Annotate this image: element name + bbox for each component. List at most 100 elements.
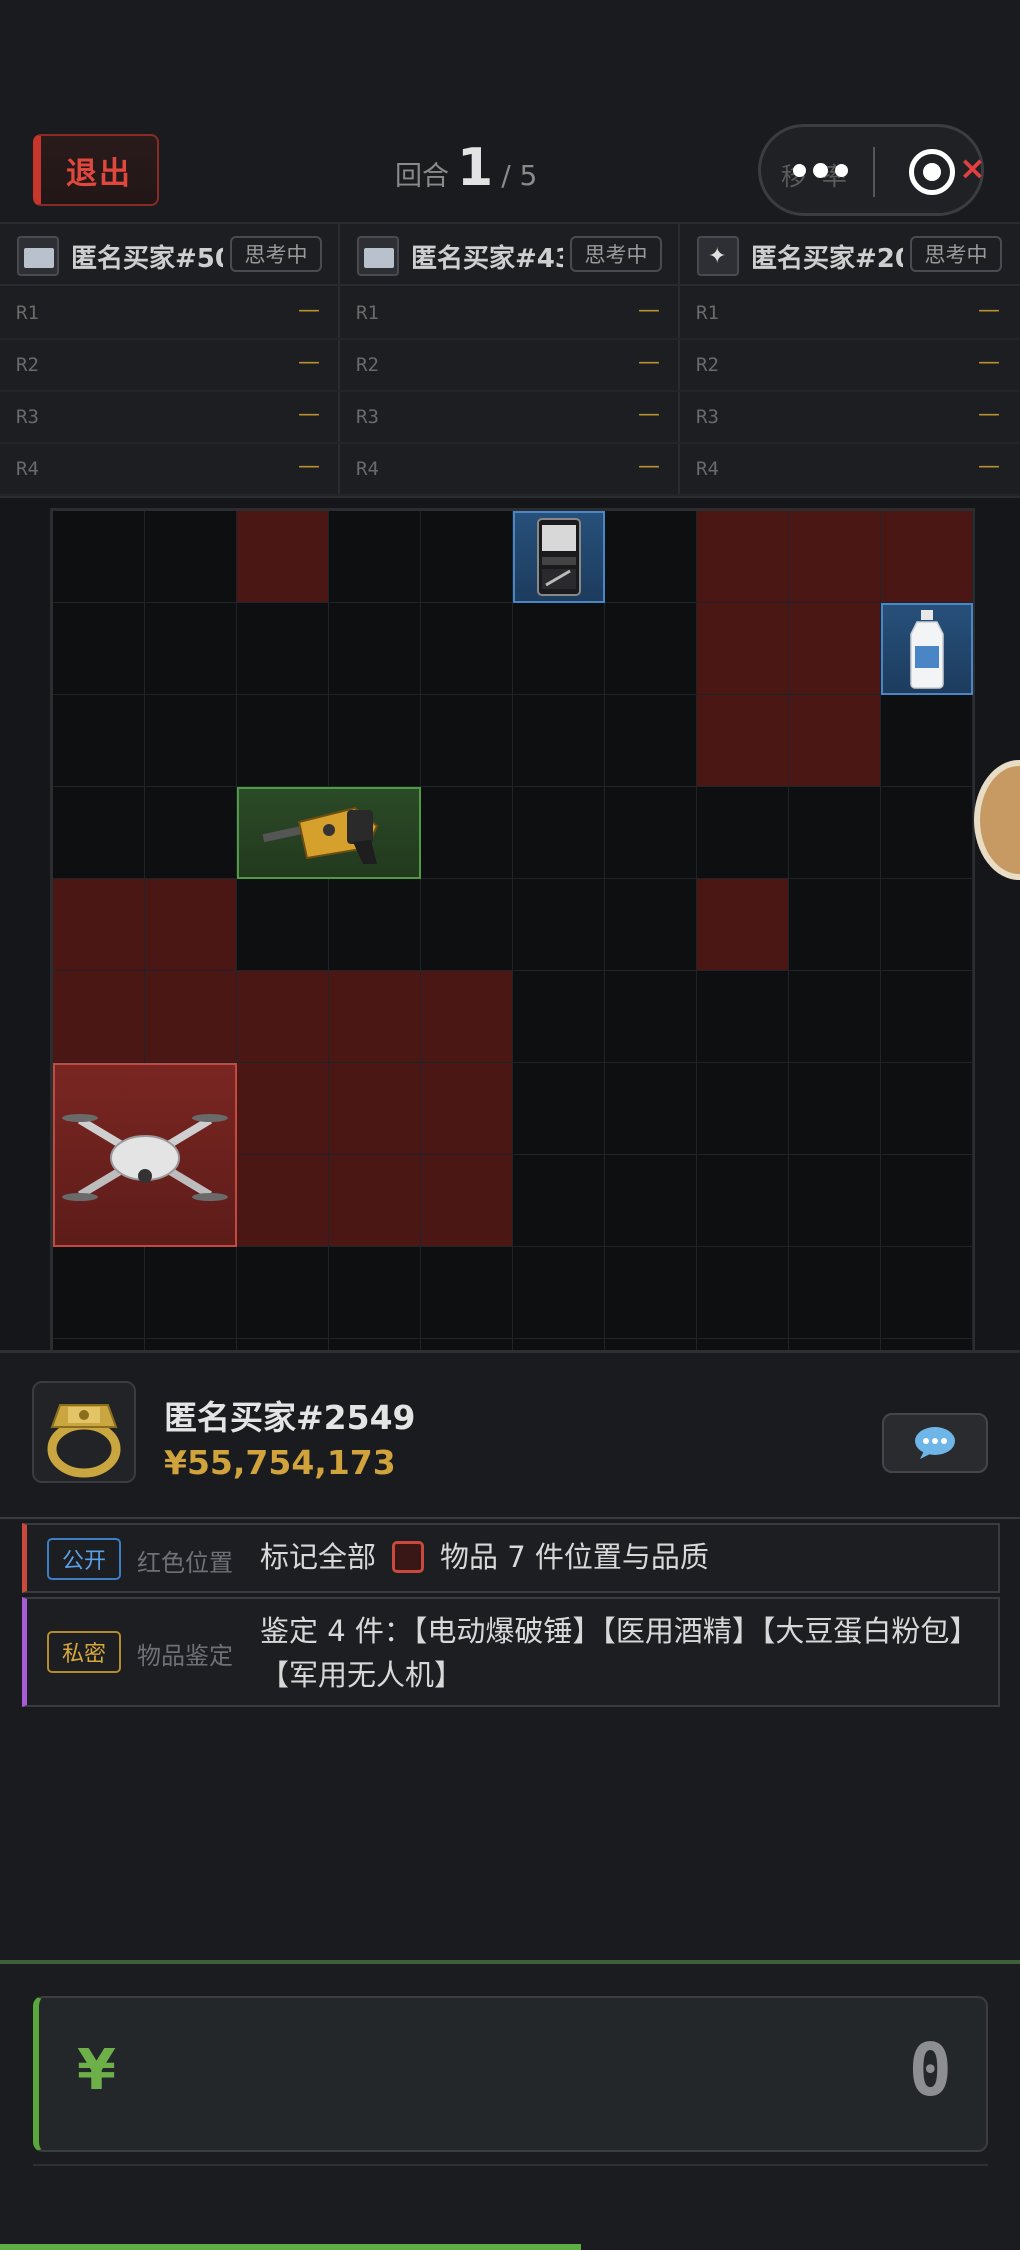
- gold-ring-icon: [32, 1381, 136, 1483]
- grid-cell: [237, 695, 329, 787]
- buyer-header: ✦ 匿名买家#201 思考中: [680, 224, 1020, 286]
- round-indicator: 回合 1 / 5: [395, 138, 537, 198]
- grid-cell: [237, 1339, 329, 1350]
- grid-cell: [145, 1339, 237, 1350]
- grid-cell: [237, 1063, 329, 1155]
- chat-bubble-icon: [915, 1427, 955, 1459]
- round-row-label: R1: [696, 302, 719, 324]
- grid-cell: [329, 1155, 421, 1247]
- buyer-round-row: R2 —: [340, 340, 680, 392]
- grid-cell: [789, 787, 881, 879]
- grid-cell: [513, 603, 605, 695]
- clue-type-label: 红色位置: [137, 1549, 233, 1577]
- capsule-divider: [873, 147, 875, 197]
- grid-cell: [881, 695, 973, 787]
- inventory-area: [0, 498, 1020, 1350]
- miniprogram-capsule: 移 ·率 ×: [758, 124, 986, 216]
- grid-cell: [697, 1339, 789, 1350]
- bid-input[interactable]: ¥ 0: [33, 1996, 988, 2152]
- round-row-value: —: [298, 298, 320, 323]
- grid-cell: [789, 879, 881, 971]
- grid-cell: [53, 971, 145, 1063]
- grid-cell: [421, 787, 513, 879]
- electric-demolition-hammer-item[interactable]: [237, 787, 421, 879]
- round-row-label: R4: [696, 458, 719, 480]
- grid-cell: [145, 879, 237, 971]
- military-drone-item[interactable]: [53, 1063, 237, 1247]
- grid-cell: [329, 1063, 421, 1155]
- grid-cell: [697, 695, 789, 787]
- grid-cell: [53, 603, 145, 695]
- grid-cell: [237, 1155, 329, 1247]
- chat-button[interactable]: [882, 1413, 988, 1473]
- round-row-value: —: [978, 298, 1000, 323]
- grid-cell: [513, 971, 605, 1063]
- grid-cell: [237, 603, 329, 695]
- round-row-label: R4: [356, 458, 379, 480]
- grid-cell: [53, 511, 145, 603]
- round-row-label: R3: [356, 406, 379, 428]
- grid-cell: [605, 1339, 697, 1350]
- round-timer-bar: [0, 2244, 1020, 2250]
- grid-cell: [237, 511, 329, 603]
- round-row-label: R2: [356, 354, 379, 376]
- round-row-value: —: [638, 402, 660, 427]
- buyer-round-row: R4 —: [680, 444, 1020, 496]
- grid-cell: [697, 879, 789, 971]
- grid-cell: [329, 879, 421, 971]
- red-square-icon: [392, 1541, 425, 1573]
- alcohol-bottle-icon: [910, 610, 944, 689]
- grid-cell: [789, 603, 881, 695]
- buyer-round-row: R1 —: [340, 288, 680, 340]
- round-row-value: —: [298, 350, 320, 375]
- round-row-label: R4: [16, 458, 39, 480]
- buyer-status-badge: 思考中: [230, 236, 322, 272]
- grid-cell: [513, 1247, 605, 1339]
- round-row-label: R1: [356, 302, 379, 324]
- grid-cell: [421, 1247, 513, 1339]
- grid-cell: [421, 603, 513, 695]
- grid-cell: [697, 511, 789, 603]
- grid-cell: [237, 879, 329, 971]
- private-clue: 私密 物品鉴定 鉴定 4 件：【电动爆破锤】【医用酒精】【大豆蛋白粉包】【军用无…: [22, 1597, 1000, 1707]
- buyer-round-row: R1 —: [680, 288, 1020, 340]
- grid-cell: [697, 971, 789, 1063]
- demolition-hammer-icon: [262, 806, 379, 864]
- grid-cell: [145, 603, 237, 695]
- close-miniprogram-icon[interactable]: [909, 149, 955, 195]
- round-total: / 5: [501, 159, 538, 192]
- grid-cell: [881, 1063, 973, 1155]
- soy-protein-pack-item[interactable]: [513, 511, 605, 603]
- grid-cell: [145, 695, 237, 787]
- close-x-icon: ×: [959, 149, 986, 187]
- exit-button[interactable]: 退出: [33, 134, 159, 206]
- grid-cell: [329, 971, 421, 1063]
- grid-cell: [881, 1155, 973, 1247]
- buyer-name: 匿名买家#201: [751, 244, 903, 274]
- currency-symbol: ¥: [77, 2038, 116, 2103]
- public-clue: 公开 红色位置 标记全部 物品 7 件位置与品质: [22, 1523, 1000, 1593]
- public-tag: 公开: [47, 1538, 121, 1580]
- grid-cell: [605, 511, 697, 603]
- grid-cell: [881, 879, 973, 971]
- grid-cell: [237, 1247, 329, 1339]
- medical-alcohol-item[interactable]: [881, 603, 973, 695]
- buyer-round-row: R3 —: [340, 392, 680, 444]
- buyer-name: 匿名买家#508: [71, 244, 223, 274]
- grid-cell: [513, 1339, 605, 1350]
- grid-cell: [53, 879, 145, 971]
- side-mascot-icon[interactable]: [974, 760, 1020, 880]
- clue-type-label: 物品鉴定: [137, 1642, 233, 1670]
- round-row-value: —: [978, 454, 1000, 479]
- grid-cell: [421, 971, 513, 1063]
- grid-cell: [789, 695, 881, 787]
- grid-cell: [329, 1247, 421, 1339]
- bid-area: ¥ 0: [0, 1960, 1020, 2250]
- clue-text-part: 物品 7 件位置与品质: [440, 1540, 709, 1574]
- grid-cell: [697, 1155, 789, 1247]
- round-row-value: —: [978, 402, 1000, 427]
- round-row-label: R2: [696, 354, 719, 376]
- grid-cell: [329, 695, 421, 787]
- buyer-status-badge: 思考中: [570, 236, 662, 272]
- more-options-icon[interactable]: [791, 156, 851, 186]
